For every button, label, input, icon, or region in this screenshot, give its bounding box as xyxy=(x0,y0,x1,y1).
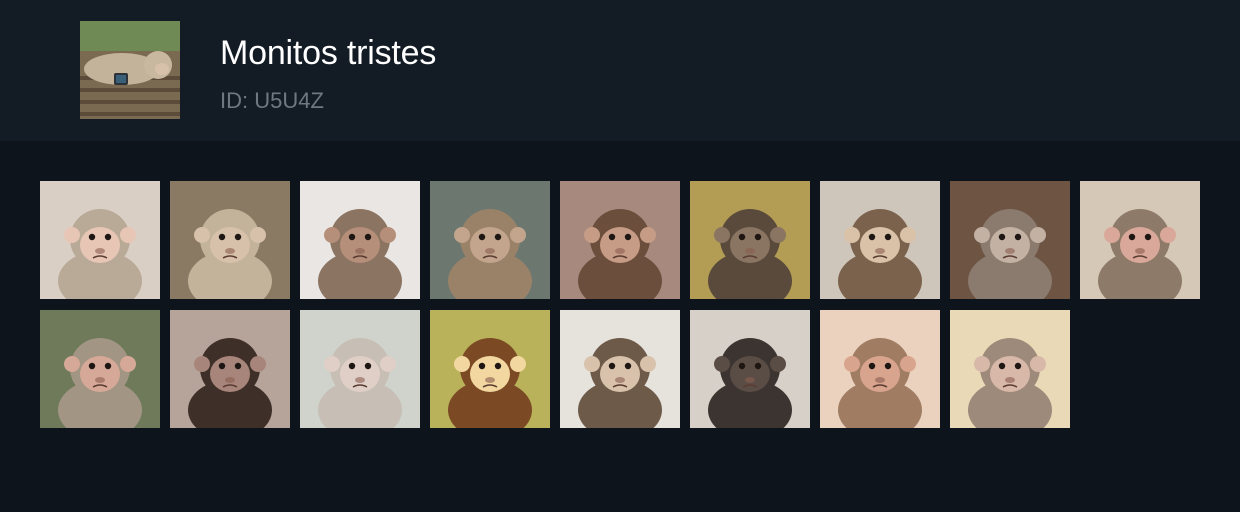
monkey-hugging-plush-sticker[interactable] xyxy=(560,181,680,299)
lying-baby-monkey-sticker[interactable] xyxy=(300,310,420,428)
pack-header: Monitos tristes ID: U5U4Z xyxy=(0,0,1240,141)
monkey-illustration xyxy=(430,310,550,428)
monkey-illustration xyxy=(1080,181,1200,299)
sleeping-monkey-with-phone-sticker[interactable] xyxy=(170,181,290,299)
monkey-illustration xyxy=(690,181,810,299)
monkey-illustration xyxy=(560,310,680,428)
monkey-illustration xyxy=(430,181,550,299)
monkey-with-flower-sticker[interactable] xyxy=(40,310,160,428)
pack-title: Monitos tristes xyxy=(220,34,437,72)
fluffy-baby-monkey-sticker[interactable] xyxy=(950,181,1070,299)
pack-id: ID: U5U4Z xyxy=(220,88,324,113)
monkey-illustration xyxy=(170,310,290,428)
monkey-illustration xyxy=(40,310,160,428)
cartoon-monkey-sticker[interactable] xyxy=(430,310,550,428)
crying-baby-macaque-sticker[interactable] xyxy=(820,310,940,428)
monkey-illustration xyxy=(300,181,420,299)
monkey-illustration xyxy=(300,310,420,428)
monkey-illustration xyxy=(40,181,160,299)
monkey-in-blue-shirt-sticker[interactable] xyxy=(950,310,1070,428)
pack-cover-image xyxy=(80,21,180,119)
monkey-illustration xyxy=(170,181,290,299)
monkey-with-banana-peel-sticker[interactable] xyxy=(1080,181,1200,299)
back-view-monkey-sticker[interactable] xyxy=(690,310,810,428)
sleeping-chimp-sticker[interactable] xyxy=(170,310,290,428)
sleeping-monkey-with-phone-illustration xyxy=(80,21,180,119)
monkey-illustration xyxy=(560,181,680,299)
monkey-with-bottle-sticker[interactable] xyxy=(430,181,550,299)
monkey-illustration xyxy=(820,310,940,428)
monkey-illustration xyxy=(950,310,1070,428)
monkey-in-blue-outfit-sticker[interactable] xyxy=(690,181,810,299)
staring-macaque-sticker[interactable] xyxy=(40,181,160,299)
monkey-illustration xyxy=(690,310,810,428)
monkey-looking-up-sticker[interactable] xyxy=(300,181,420,299)
capuchin-with-pink-bow-sticker[interactable] xyxy=(560,310,680,428)
monkey-illustration xyxy=(820,181,940,299)
monkey-illustration xyxy=(950,181,1070,299)
capuchin-sitting-sticker[interactable] xyxy=(820,181,940,299)
